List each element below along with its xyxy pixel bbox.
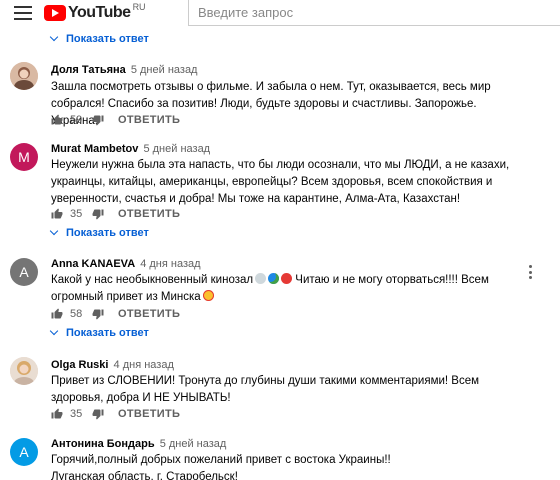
logo-region: RU xyxy=(132,2,146,12)
comment-text: Какой у нас необыкновенный кинозал Читаю… xyxy=(51,272,501,306)
avatar[interactable] xyxy=(10,62,38,90)
thumb-down-icon[interactable] xyxy=(92,308,104,320)
raised-hands-emoji-icon xyxy=(255,273,267,284)
chevron-down-icon xyxy=(49,32,59,42)
comment-time[interactable]: 4 дня назад xyxy=(140,258,200,270)
comment-author[interactable]: Murat Mambetov xyxy=(51,143,138,155)
comment-header: Anna KANAEVA 4 дня назад xyxy=(51,258,201,270)
show-replies-button[interactable]: Показать ответ xyxy=(49,32,149,45)
thumb-up-icon[interactable] xyxy=(51,114,63,126)
top-bar: YouTube RU xyxy=(0,0,560,28)
thumb-up-icon[interactable] xyxy=(51,208,63,220)
comment-actions: 59 ОТВЕТИТЬ xyxy=(51,112,180,128)
chevron-down-icon xyxy=(49,226,59,236)
comment-header: Olga Ruski 4 дня назад xyxy=(51,359,174,371)
user-photo-icon xyxy=(10,357,38,385)
comment-header: Murat Mambetov 5 дней назад xyxy=(51,143,210,155)
comment-actions: 35 ОТВЕТИТЬ xyxy=(51,406,180,422)
logo-text: YouTube xyxy=(68,4,131,21)
thumb-down-icon[interactable] xyxy=(92,208,104,220)
show-replies-button[interactable]: Показать ответ xyxy=(49,226,149,239)
youtube-logo[interactable]: YouTube RU xyxy=(44,2,146,23)
avatar[interactable]: A xyxy=(10,258,38,286)
comment-author[interactable]: Доля Татьяна xyxy=(51,64,126,76)
like-count: 59 xyxy=(70,114,83,126)
heart-emoji-icon xyxy=(281,273,293,284)
avatar[interactable] xyxy=(10,357,38,385)
thumb-down-icon[interactable] xyxy=(92,114,104,126)
user-photo-icon xyxy=(10,62,38,90)
show-replies-label: Показать ответ xyxy=(66,33,149,45)
thumb-up-icon[interactable] xyxy=(51,308,63,320)
reply-button[interactable]: ОТВЕТИТЬ xyxy=(118,308,180,320)
youtube-play-icon xyxy=(44,5,66,21)
thumb-up-icon[interactable] xyxy=(51,408,63,420)
avatar[interactable]: M xyxy=(10,143,38,171)
heart-eyes-emoji-icon xyxy=(202,290,214,301)
like-count: 35 xyxy=(70,208,83,220)
comment-author[interactable]: Anna KANAEVA xyxy=(51,258,135,270)
show-replies-label: Показать ответ xyxy=(66,327,149,339)
reply-button[interactable]: ОТВЕТИТЬ xyxy=(118,114,180,126)
comment-time[interactable]: 4 дня назад xyxy=(114,359,174,371)
search-input[interactable] xyxy=(189,0,560,25)
reply-button[interactable]: ОТВЕТИТЬ xyxy=(118,208,180,220)
chevron-down-icon xyxy=(49,326,59,336)
comment-header: Доля Татьяна 5 дней назад xyxy=(51,64,197,76)
comment-text: Неужели нужна была эта напасть, что бы л… xyxy=(51,159,510,205)
more-actions-icon[interactable] xyxy=(529,265,533,279)
globe-emoji-icon xyxy=(268,273,280,284)
comment-header: Антонина Бондарь 5 дней назад xyxy=(51,438,226,450)
menu-hamburger-icon[interactable] xyxy=(14,6,32,20)
like-count: 58 xyxy=(70,308,83,320)
comment-time[interactable]: 5 дней назад xyxy=(160,438,227,450)
comment-author[interactable]: Антонина Бондарь xyxy=(51,438,155,450)
show-replies-button[interactable]: Показать ответ xyxy=(49,326,149,339)
comment-text: Привет из СЛОВЕНИИ! Тронута до глубины д… xyxy=(51,375,480,404)
thumb-down-icon[interactable] xyxy=(92,408,104,420)
reply-button[interactable]: ОТВЕТИТЬ xyxy=(118,408,180,420)
comment-actions: 35 ОТВЕТИТЬ xyxy=(51,206,180,222)
search-box xyxy=(188,0,560,26)
comment-actions: 58 ОТВЕТИТЬ xyxy=(51,306,180,322)
comment-text: Горячий,полный добрых пожеланий привет с… xyxy=(51,454,391,480)
like-count: 35 xyxy=(70,408,83,420)
comment-text-part: Какой у нас необыкновенный кинозал xyxy=(51,274,254,286)
comment-time[interactable]: 5 дней назад xyxy=(143,143,210,155)
avatar[interactable]: A xyxy=(10,438,38,466)
show-replies-label: Показать ответ xyxy=(66,227,149,239)
comment-author[interactable]: Olga Ruski xyxy=(51,359,108,371)
comment-time[interactable]: 5 дней назад xyxy=(131,64,198,76)
